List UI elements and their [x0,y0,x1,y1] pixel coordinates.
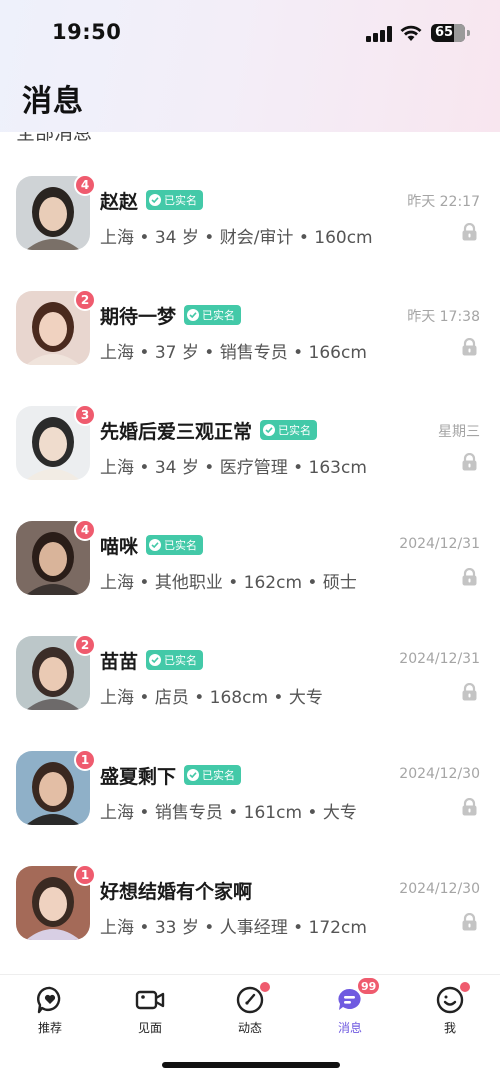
message-time: 2024/12/31 [399,536,480,552]
checkmark-icon [149,654,162,666]
verified-label: 已实名 [164,654,198,667]
verified-label: 已实名 [202,309,236,322]
verified-label: 已实名 [202,769,236,782]
verified-label: 已实名 [164,194,198,207]
contact-name: 赵赵 [100,190,139,213]
tab-label: 消息 [337,1021,362,1035]
smile-icon [435,982,470,1015]
cellular-signal-icon [366,26,392,42]
status-bar: 19:50 65 [0,18,500,48]
tab-meet[interactable]: 见面 [110,985,190,1036]
verified-badge: 已实名 [146,535,204,555]
notification-dot [460,982,470,992]
unread-badge: 1 [74,864,96,886]
unread-badge: 4 [74,174,96,196]
message-time: 昨天 17:38 [407,309,480,325]
tab-recommend[interactable]: 推荐 [10,985,90,1036]
contact-name: 喵咪 [100,535,139,558]
name-line: 苗苗 已实名 [100,648,204,673]
verified-badge: 已实名 [260,420,318,440]
verified-badge: 已实名 [184,305,242,325]
lock-icon [462,568,477,586]
conversation-row[interactable]: 3 先婚后爱三观正常 已实名 星期三 上海 • 34 岁 • 医疗管理 • 16… [0,390,500,490]
checkmark-icon [149,539,162,551]
message-time: 2024/12/30 [399,766,480,782]
conversation-row[interactable]: 2 期待一梦 已实名 昨天 17:38 上海 • 37 岁 • 销售专员 • 1… [0,275,500,375]
verified-badge: 已实名 [146,190,204,210]
lock-icon [462,453,477,471]
tab-bar: 推荐 见面 动态 99 消息 我 [0,974,500,1068]
video-camera-icon [135,985,165,1015]
checkmark-icon [187,769,200,781]
message-time: 2024/12/31 [399,651,480,667]
home-indicator [162,1062,340,1068]
lock-icon [462,223,477,241]
unread-badge: 2 [74,289,96,311]
name-line: 先婚后爱三观正常 已实名 [100,418,318,443]
battery-icon: 65 [431,24,465,42]
lock-icon [462,913,477,931]
contact-info: 上海 • 37 岁 • 销售专员 • 166cm [100,343,367,363]
contact-info: 上海 • 店员 • 168cm • 大专 [100,688,323,708]
tab-label: 我 [443,1021,456,1035]
tab-label: 动态 [237,1021,262,1035]
contact-name: 期待一梦 [100,305,177,328]
checkmark-icon [263,424,276,436]
header: 19:50 65 消息 [0,0,500,132]
checkmark-icon [187,309,200,321]
contact-info: 上海 • 其他职业 • 162cm • 硕士 [100,573,357,593]
lock-icon [462,683,477,701]
unread-badge: 4 [74,519,96,541]
wifi-icon [400,25,422,41]
verified-label: 已实名 [164,539,198,552]
notification-dot [260,982,270,992]
verified-badge: 已实名 [146,650,204,670]
contact-info: 上海 • 销售专员 • 161cm • 大专 [100,803,357,823]
tab-label: 推荐 [37,1021,62,1035]
message-time: 2024/12/30 [399,881,480,897]
name-line: 盛夏剩下 已实名 [100,763,242,788]
name-line: 赵赵 已实名 [100,188,204,213]
contact-name: 苗苗 [100,650,139,673]
page-title: 消息 [22,84,84,119]
compass-icon [235,982,270,1015]
name-line: 期待一梦 已实名 [100,303,242,328]
contact-info: 上海 • 33 岁 • 人事经理 • 172cm [100,918,367,938]
conversation-row[interactable]: 1 盛夏剩下 已实名 2024/12/30 上海 • 销售专员 • 161cm … [0,735,500,835]
status-time: 19:50 [52,20,122,44]
tab-moments[interactable]: 动态 [210,982,290,1036]
unread-badge: 2 [74,634,96,656]
tab-label: 见面 [137,1021,162,1035]
verified-label: 已实名 [278,424,312,437]
conversation-row[interactable]: 4 赵赵 已实名 昨天 22:17 上海 • 34 岁 • 财会/审计 • 16… [0,160,500,260]
unread-badge: 1 [74,749,96,771]
conversation-row[interactable]: 2 苗苗 已实名 2024/12/31 上海 • 店员 • 168cm • 大专 [0,620,500,720]
contact-info: 上海 • 34 岁 • 财会/审计 • 160cm [100,228,373,248]
name-line: 好想结婚有个家啊 [100,878,253,903]
verified-badge: 已实名 [184,765,242,785]
lock-icon [462,338,477,356]
name-line: 喵咪 已实名 [100,533,204,558]
conversation-row[interactable]: 4 喵咪 已实名 2024/12/31 上海 • 其他职业 • 162cm • … [0,505,500,605]
checkmark-icon [149,194,162,206]
message-time: 昨天 22:17 [407,194,480,210]
unread-badge: 3 [74,404,96,426]
message-time: 星期三 [438,424,480,440]
contact-name: 盛夏剩下 [100,765,177,788]
contact-name: 好想结婚有个家啊 [100,880,253,903]
battery-level: 65 [435,25,454,40]
tab-me[interactable]: 我 [410,982,490,1036]
message-icon: 99 [335,977,381,1015]
unread-count-badge: 99 [357,977,381,995]
contact-name: 先婚后爱三观正常 [100,420,253,443]
conversation-row[interactable]: 1 好想结婚有个家啊 2024/12/30 上海 • 33 岁 • 人事经理 •… [0,850,500,950]
tab-messages[interactable]: 99 消息 [310,977,390,1036]
lock-icon [462,798,477,816]
contact-info: 上海 • 34 岁 • 医疗管理 • 163cm [100,458,367,478]
chat-heart-icon [35,985,65,1015]
